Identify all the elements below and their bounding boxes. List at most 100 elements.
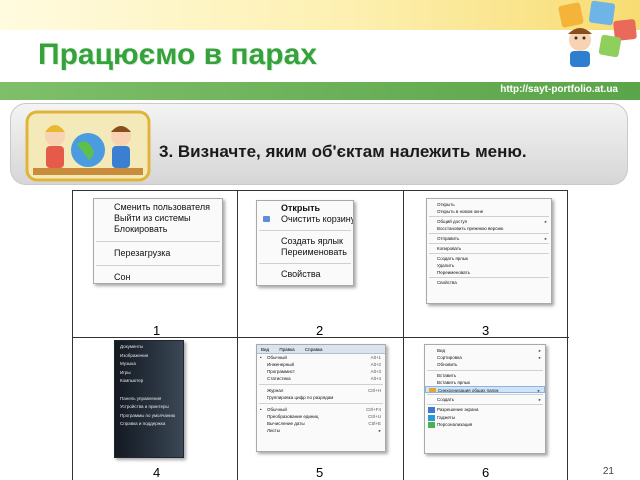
menu-item-empty-bin[interactable]: Очистить корзину: [257, 214, 353, 225]
start-item-computer[interactable]: Компьютер: [115, 377, 183, 386]
cell-label-2: 2: [316, 323, 324, 338]
menu-separator: [429, 216, 549, 217]
menu-item-refresh[interactable]: Обновить: [425, 361, 545, 368]
recycle-bin-context-menu: Открыть Очистить корзину Создать ярлык П…: [256, 200, 354, 286]
menu-item-label: Сортировка: [437, 355, 462, 361]
menu-separator: [429, 243, 549, 244]
shutdown-options-menu: Сменить пользователя Выйти из системы Бл…: [93, 198, 223, 284]
shortcut-label: Ctrl+H: [368, 388, 381, 393]
menu-item-rename[interactable]: Переименовать: [427, 269, 551, 276]
menu-item-create-shortcut[interactable]: Создать ярлык: [257, 236, 353, 247]
recycle-bin-icon: [263, 216, 270, 222]
menu-item-label: Вид: [437, 348, 446, 353]
sync-icon: [429, 387, 436, 393]
start-item-devices-printers[interactable]: Устройства и принтеры: [115, 403, 183, 412]
start-item-help-support[interactable]: Справка и поддержка: [115, 420, 183, 429]
menu-item-create-shortcut[interactable]: Создать ярлык: [427, 255, 551, 262]
menu-separator: [259, 230, 351, 231]
personalize-icon: [428, 421, 435, 428]
menu-item-log-off[interactable]: Выйти из системы: [94, 213, 222, 224]
shortcut-label: Alt+2: [370, 362, 381, 367]
menu-item-restart[interactable]: Перезагрузка: [94, 248, 222, 259]
task-text: 3. Визначте, яким об'єктам належить меню…: [159, 142, 527, 161]
menu-item-restore-version[interactable]: Восстановить прежнюю версию: [427, 225, 551, 232]
url-bar: http://sayt-portfolio.at.ua: [0, 82, 640, 100]
menu-item-gadgets[interactable]: Гаджеты: [425, 414, 545, 421]
calc-history[interactable]: Журнал Ctrl+H: [257, 387, 385, 394]
menu-separator: [96, 241, 220, 242]
menu-item-sleep[interactable]: Сон: [94, 272, 222, 283]
menu-item-label: Листы: [267, 428, 281, 433]
menu-item-label: Программист: [267, 369, 295, 374]
calc-mode-statistics[interactable]: Статистика Alt+4: [257, 375, 385, 382]
menu-item-open[interactable]: Открыть: [427, 201, 551, 208]
menu-item-label: Очистить корзину: [281, 214, 353, 224]
calc-unit-conversion[interactable]: Преобразование единиц Ctrl+U: [257, 413, 385, 420]
menu-item-view[interactable]: Вид ▸: [425, 347, 545, 354]
menu-item-send-to[interactable]: Отправить ▸: [427, 235, 551, 242]
menu-bar: Вид Правка Справка: [257, 345, 385, 354]
menu-item-lock[interactable]: Блокировать: [94, 224, 222, 235]
menu-separator: [259, 263, 351, 264]
menu-item-label: Обычный: [267, 355, 287, 360]
start-item-documents[interactable]: Документы: [115, 343, 183, 352]
submenu-arrow-icon: ▸: [538, 348, 541, 353]
menu-item-switch-user[interactable]: Сменить пользователя: [94, 202, 222, 213]
shortcut-label: Ctrl+E: [368, 421, 381, 426]
menu-item-open[interactable]: Открыть: [257, 203, 353, 214]
calculator-view-menu: Вид Правка Справка • Обычный Alt+1 Инженер…: [256, 344, 386, 452]
slide-number: 21: [602, 466, 614, 477]
calc-mode-programmer[interactable]: Программист Alt+3: [257, 368, 385, 375]
menu-item-open-new-window[interactable]: Открыть в новом окне: [427, 208, 551, 215]
menu-separator: [429, 277, 549, 278]
calc-digit-grouping[interactable]: Группировка цифр по разрядам: [257, 394, 385, 401]
cell-label-1: 1: [153, 323, 161, 338]
radio-bullet-icon: •: [260, 355, 262, 360]
menu-item-paste[interactable]: Вставить: [425, 372, 545, 379]
menu-item-sync-folders[interactable]: Синхронизация общих папок ▸: [425, 385, 545, 394]
menu-item-label: Разрешение экрана: [437, 407, 479, 413]
menu-separator: [96, 265, 220, 266]
menu-item-delete[interactable]: Удалить: [427, 262, 551, 269]
calc-mode-standard[interactable]: • Обычный Alt+1: [257, 354, 385, 361]
menu-item-label: Статистика: [267, 376, 291, 381]
gadgets-icon: [428, 414, 435, 421]
task-banner: 3. Визначте, яким об'єктам належить меню…: [10, 103, 628, 185]
menu-item-label: Преобразование единиц: [267, 414, 319, 419]
shortcut-label: Alt+3: [370, 369, 381, 374]
shortcut-label: Ctrl+U: [368, 414, 381, 419]
menu-item-label: Синхронизация общих папок: [438, 387, 499, 393]
start-item-games[interactable]: Игры: [115, 369, 183, 378]
menu-item-copy[interactable]: Копировать: [427, 245, 551, 252]
menu-item-rename[interactable]: Переименовать: [257, 247, 353, 258]
calc-basic[interactable]: • Обычный Ctrl+F4: [257, 406, 385, 413]
cell-label-3: 3: [482, 323, 490, 338]
menu-item-properties[interactable]: Свойства: [427, 279, 551, 286]
menubar-edit[interactable]: Правка: [279, 347, 294, 352]
menu-item-personalize[interactable]: Персонализация: [425, 421, 545, 428]
folder-context-menu: Открыть Открыть в новом окне Общий досту…: [426, 198, 552, 304]
start-item-default-programs[interactable]: Программы по умолчанию: [115, 412, 183, 421]
menu-item-paste-shortcut[interactable]: Вставить ярлык: [425, 379, 545, 386]
submenu-arrow-icon: ▸: [537, 387, 540, 393]
menu-item-properties[interactable]: Свойства: [257, 269, 353, 280]
menu-item-label: Создать: [437, 397, 455, 403]
menu-item-screen-resolution[interactable]: Разрешение экрана: [425, 406, 545, 414]
menu-item-sharing[interactable]: Общий доступ ▸: [427, 218, 551, 225]
shortcut-label: Alt+4: [370, 376, 381, 381]
calc-worksheets[interactable]: Листы ▸: [257, 427, 385, 434]
menubar-help[interactable]: Справка: [305, 347, 323, 352]
menu-separator: [427, 369, 543, 371]
start-item-pictures[interactable]: Изображения: [115, 352, 183, 361]
start-item-control-panel[interactable]: Панель управления: [115, 395, 183, 404]
menu-item-sort-by[interactable]: Сортировка ▸: [425, 354, 545, 361]
menu-separator: [429, 233, 549, 234]
submenu-arrow-icon: ▸: [544, 236, 547, 241]
menu-item-new[interactable]: Создать ▸: [425, 396, 545, 403]
menubar-view[interactable]: Вид: [261, 347, 269, 352]
calc-mode-scientific[interactable]: Инженерный Alt+2: [257, 361, 385, 368]
grid-divider: [237, 191, 238, 480]
calc-date-calculation[interactable]: Вычисление даты Ctrl+E: [257, 420, 385, 427]
start-item-music[interactable]: Музыка: [115, 360, 183, 369]
kids-puzzle-illustration: [558, 0, 637, 67]
